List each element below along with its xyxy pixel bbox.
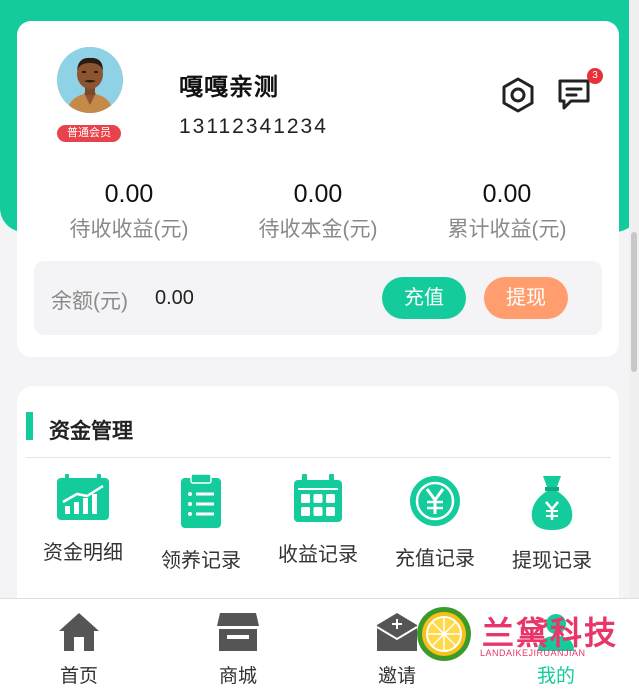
stat-label: 待收本金(元)	[258, 218, 378, 241]
withdraw-button[interactable]: 提现	[484, 277, 568, 319]
section-title: 资金管理	[49, 420, 133, 443]
income-records-item[interactable]: 收益记录	[258, 474, 378, 567]
stat-pending-income: 0.00 待收收益(元)	[39, 177, 219, 243]
clipboard-icon	[181, 474, 221, 528]
profile-card: 普通会员 嘎嘎亲测 13112341234 3 0.00 待收收益(元) 0.0…	[17, 21, 619, 357]
fund-item-label: 领养记录	[161, 550, 241, 572]
tab-home[interactable]: 首页	[34, 611, 124, 688]
stat-value: 0.00	[293, 180, 343, 208]
yen-coin-icon	[410, 476, 460, 526]
chart-icon	[57, 474, 109, 520]
adoption-records-item[interactable]: 领养记录	[141, 474, 261, 573]
calendar-icon	[294, 474, 342, 522]
avatar-image	[57, 47, 123, 113]
watermark-subtext: LANDAIKEJIRUANJIAN	[480, 648, 586, 658]
section-accent-bar	[26, 412, 33, 440]
recharge-records-item[interactable]: 充值记录	[375, 474, 495, 571]
fund-details-item[interactable]: 资金明细	[23, 474, 143, 565]
gear-icon	[502, 77, 534, 113]
stat-label: 累计收益(元)	[447, 218, 567, 241]
watermark: 兰黛科技 LANDAIKEJIRUANJIAN	[412, 604, 616, 664]
orange-slice-logo-icon	[417, 607, 471, 661]
phone-number: 13112341234	[179, 115, 328, 138]
settings-button[interactable]	[499, 75, 537, 115]
stat-label: 待收收益(元)	[69, 218, 189, 241]
avatar[interactable]	[57, 47, 123, 113]
fund-item-label: 充值记录	[395, 548, 475, 570]
fund-item-label: 提现记录	[512, 550, 592, 572]
withdraw-records-item[interactable]: 提现记录	[492, 474, 612, 573]
messages-button[interactable]	[555, 75, 593, 113]
stat-pending-principal: 0.00 待收本金(元)	[228, 177, 408, 243]
tab-store[interactable]: 商城	[193, 611, 283, 688]
divider	[26, 457, 611, 458]
tab-label: 商城	[218, 666, 257, 687]
store-icon	[217, 613, 259, 651]
member-level-badge: 普通会员	[57, 125, 121, 142]
stat-total-income: 0.00 累计收益(元)	[417, 177, 597, 243]
recharge-button[interactable]: 充值	[382, 277, 466, 319]
balance-value: 0.00	[155, 287, 194, 309]
message-icon	[558, 79, 590, 110]
scrollbar-thumb[interactable]	[631, 232, 637, 372]
fund-item-label: 收益记录	[278, 544, 358, 566]
tab-label: 邀请	[377, 666, 416, 687]
balance-panel: 余额(元) 0.00 充值 提现	[34, 261, 602, 335]
username: 嘎嘎亲测	[179, 74, 279, 101]
fund-item-label: 资金明细	[43, 542, 123, 564]
unread-count-badge: 3	[587, 68, 603, 84]
tab-label: 首页	[59, 666, 98, 687]
stat-value: 0.00	[104, 180, 154, 208]
funds-management-card: 资金管理 资金明细 领养记录 收益记录 充值记录 提现记录	[17, 386, 619, 598]
tab-label: 我的	[536, 666, 575, 687]
home-icon	[59, 613, 99, 651]
balance-label: 余额(元)	[51, 290, 128, 313]
money-bag-icon	[531, 476, 573, 530]
stat-value: 0.00	[482, 180, 532, 208]
